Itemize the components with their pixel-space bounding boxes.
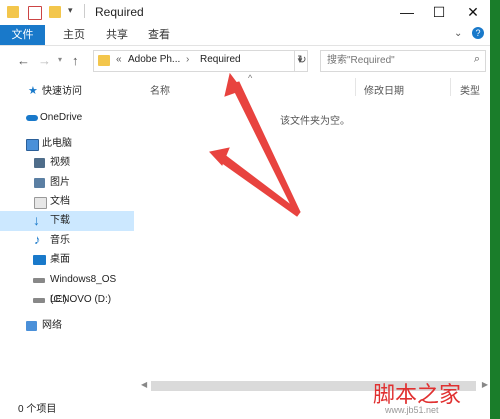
column-header-date[interactable]: 修改日期 [364, 82, 404, 97]
cloud-icon [26, 115, 38, 121]
search-box[interactable]: ⌕ [320, 50, 486, 72]
column-divider[interactable] [450, 78, 451, 96]
pictures-folder-icon [34, 178, 45, 188]
up-button[interactable]: ↑ [72, 53, 79, 68]
scroll-left-icon[interactable]: ◀ [141, 380, 147, 389]
sidebar-item-videos[interactable]: 视频 [0, 153, 134, 173]
item-count: 0 个项目 [18, 404, 57, 415]
recent-locations-icon[interactable]: ▾ [58, 55, 62, 64]
computer-icon [26, 139, 39, 151]
sidebar-item-label: 文档 [50, 196, 70, 207]
download-icon: ↓ [33, 212, 40, 228]
sidebar-item-pictures[interactable]: 图片 [0, 173, 134, 193]
title-bar: ▾ Required — ☐ ✕ [0, 0, 490, 25]
breadcrumb-separator[interactable]: › [186, 54, 189, 65]
sidebar-item-drive-c[interactable]: Windows8_OS (C:) [0, 270, 134, 305]
expand-ribbon-icon[interactable]: ⌄ [454, 28, 462, 39]
search-icon[interactable]: ⌕ [474, 53, 480, 66]
desktop-background [490, 0, 500, 419]
refresh-button[interactable]: ↻ [295, 50, 309, 70]
desktop-icon [33, 255, 46, 265]
watermark-url: www.jb51.net [385, 405, 439, 415]
folder-icon [98, 55, 110, 66]
forward-button[interactable]: → [38, 53, 51, 68]
sidebar-item-label: 下载 [50, 215, 70, 226]
back-button[interactable]: ← [17, 53, 30, 68]
music-icon: ♪ [34, 232, 41, 247]
file-list[interactable]: ^ 名称 修改日期 类型 该文件夹为空。 [136, 73, 490, 376]
column-divider[interactable] [355, 78, 356, 96]
video-folder-icon [34, 158, 45, 168]
address-bar[interactable]: « Adobe Ph... › Required [93, 50, 295, 72]
sidebar-item-label: 图片 [50, 177, 70, 188]
search-input[interactable] [321, 51, 467, 69]
window-title: Required [95, 5, 144, 19]
sidebar-item-label: OneDrive [40, 112, 83, 123]
sort-indicator-icon: ^ [248, 73, 253, 83]
maximize-button[interactable]: ☐ [425, 0, 453, 25]
minimize-button[interactable]: — [393, 0, 421, 25]
tab-home[interactable]: 主页 [63, 25, 85, 45]
navigation-pane: ★ 快速访问 OneDrive 此电脑 视频 图片 文档 ↓ 下载 ♪ 音乐 桌… [0, 76, 134, 394]
help-icon[interactable]: ? [472, 27, 484, 39]
breadcrumb-overflow[interactable]: « [116, 54, 122, 65]
drive-d-icon [33, 298, 45, 303]
sidebar-item-network[interactable]: 网络 [0, 316, 134, 336]
scroll-right-icon[interactable]: ▶ [482, 380, 488, 389]
tab-file[interactable]: 文件 [0, 25, 45, 45]
breadcrumb-required[interactable]: Required [200, 54, 241, 65]
tab-view[interactable]: 查看 [148, 25, 170, 45]
sidebar-item-label: 网络 [42, 320, 62, 331]
empty-folder-message: 该文件夹为空。 [280, 116, 350, 127]
sidebar-item-label: 音乐 [50, 235, 70, 246]
sidebar-item-documents[interactable]: 文档 [0, 192, 134, 212]
folder-icon [7, 6, 19, 18]
star-icon: ★ [28, 85, 38, 97]
sidebar-item-onedrive[interactable]: OneDrive [0, 108, 134, 128]
sidebar-item-label: 视频 [50, 157, 70, 168]
sidebar-item-quick-access[interactable]: ★ 快速访问 [0, 82, 134, 102]
customize-toolbar-icon[interactable]: ▾ [68, 5, 73, 16]
ribbon-tabs: 文件 主页 共享 查看 ⌄ ? [0, 25, 490, 46]
sidebar-item-drive-d[interactable]: LENOVO (D:) [0, 290, 134, 310]
close-button[interactable]: ✕ [459, 0, 487, 25]
sidebar-item-music[interactable]: ♪ 音乐 [0, 231, 134, 251]
sidebar-item-downloads[interactable]: ↓ 下载 [0, 211, 134, 231]
sidebar-item-this-pc[interactable]: 此电脑 [0, 134, 134, 154]
sidebar-item-label: 桌面 [50, 254, 70, 265]
sidebar-item-desktop[interactable]: 桌面 [0, 250, 134, 270]
column-header-type[interactable]: 类型 [460, 82, 480, 97]
documents-folder-icon [34, 197, 47, 209]
column-header-name[interactable]: 名称 [150, 82, 170, 97]
drive-c-icon [33, 278, 45, 283]
navigation-bar: ← → ▾ ↑ « Adobe Ph... › Required ▼ ⌕ [0, 46, 490, 75]
network-icon [26, 321, 37, 331]
properties-icon[interactable] [28, 6, 42, 20]
breadcrumb-adobe[interactable]: Adobe Ph... [128, 54, 180, 65]
sidebar-item-label: 快速访问 [42, 86, 82, 97]
sidebar-item-label: LENOVO (D:) [50, 294, 112, 305]
separator [84, 4, 85, 18]
sidebar-item-label: 此电脑 [42, 138, 72, 149]
new-folder-icon[interactable] [49, 6, 61, 18]
tab-share[interactable]: 共享 [106, 25, 128, 45]
